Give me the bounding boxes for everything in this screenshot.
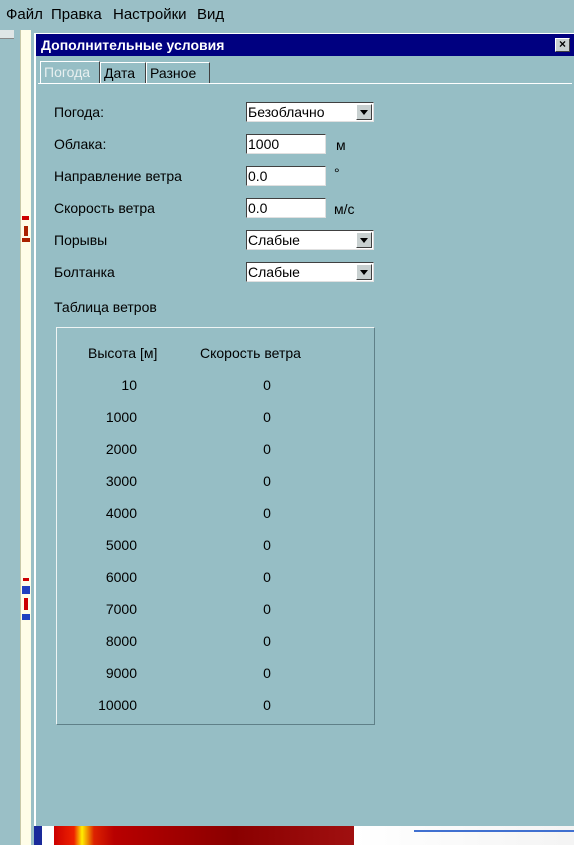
tab-date[interactable]: Дата xyxy=(100,62,146,83)
wind-table: Высота [м] Скорость ветра 10 0 1000 0 2000 0 3… xyxy=(56,327,375,725)
speed-cell: 0 xyxy=(263,633,271,649)
close-button[interactable]: × xyxy=(555,38,570,52)
turbulence-label: Болтанка xyxy=(54,264,115,280)
wind-speed-input[interactable]: 0.0 xyxy=(246,198,326,218)
map-background xyxy=(0,30,34,845)
weather-label: Погода: xyxy=(54,104,104,120)
speed-cell: 0 xyxy=(263,697,271,713)
menu-file[interactable]: Файл xyxy=(6,6,43,23)
speed-cell: 0 xyxy=(263,601,271,617)
altitude-cell: 6000 xyxy=(105,569,137,585)
altitude-cell: 8000 xyxy=(105,633,137,649)
additional-conditions-dialog: Дополнительные условия × Погода Дата Раз… xyxy=(34,33,574,826)
table-row: 10 0 xyxy=(57,377,376,397)
gusts-label: Порывы xyxy=(54,232,108,248)
menu-view[interactable]: Вид xyxy=(197,6,224,23)
map-markers xyxy=(22,216,30,620)
menu-edit[interactable]: Правка xyxy=(51,6,102,23)
menu-settings[interactable]: Настройки xyxy=(113,6,187,23)
altitude-cell: 10000 xyxy=(98,697,137,713)
clouds-unit: м xyxy=(336,137,346,153)
table-row: 2000 0 xyxy=(57,441,376,461)
weather-select-value: Безоблачно xyxy=(248,104,325,120)
gusts-select[interactable]: Слабые xyxy=(246,230,374,250)
wind-speed-label: Скорость ветра xyxy=(54,200,155,216)
map-river xyxy=(414,830,574,832)
chevron-down-icon[interactable] xyxy=(356,104,372,120)
altitude-cell: 4000 xyxy=(105,505,137,521)
altitude-cell: 9000 xyxy=(105,665,137,681)
turbulence-select[interactable]: Слабые xyxy=(246,262,374,282)
table-row: 6000 0 xyxy=(57,569,376,589)
chevron-down-icon[interactable] xyxy=(356,232,372,248)
speed-cell: 0 xyxy=(263,537,271,553)
wind-direction-label: Направление ветра xyxy=(54,168,182,184)
speed-cell: 0 xyxy=(263,377,271,393)
speed-header: Скорость ветра xyxy=(200,345,301,361)
table-row: 3000 0 xyxy=(57,473,376,493)
speed-cell: 0 xyxy=(263,569,271,585)
altitude-cell: 3000 xyxy=(105,473,137,489)
speed-cell: 0 xyxy=(263,665,271,681)
table-row: 7000 0 xyxy=(57,601,376,621)
speed-cell: 0 xyxy=(263,505,271,521)
table-row: 4000 0 xyxy=(57,505,376,525)
altitude-cell: 1000 xyxy=(105,409,137,425)
chevron-down-icon[interactable] xyxy=(356,264,372,280)
wind-speed-unit: м/с xyxy=(334,201,355,217)
speed-cell: 0 xyxy=(263,473,271,489)
table-row: 9000 0 xyxy=(57,665,376,685)
map-bottom-strip xyxy=(34,826,574,845)
altitude-cell: 2000 xyxy=(105,441,137,457)
altitude-cell: 7000 xyxy=(105,601,137,617)
speed-cell: 0 xyxy=(263,409,271,425)
turbulence-select-value: Слабые xyxy=(248,264,300,280)
table-row: 5000 0 xyxy=(57,537,376,557)
altitude-cell: 5000 xyxy=(105,537,137,553)
table-row: 10000 0 xyxy=(57,697,376,717)
tab-weather[interactable]: Погода xyxy=(40,61,100,84)
dialog-title: Дополнительные условия xyxy=(41,37,225,53)
wind-direction-input[interactable]: 0.0 xyxy=(246,166,326,186)
dialog-titlebar[interactable]: Дополнительные условия × xyxy=(36,34,574,56)
table-row: 8000 0 xyxy=(57,633,376,653)
tab-panel-border xyxy=(38,83,572,84)
wind-table-title: Таблица ветров xyxy=(54,299,157,315)
clouds-label: Облака: xyxy=(54,136,107,152)
clouds-input[interactable]: 1000 xyxy=(246,134,326,154)
wind-direction-unit: ° xyxy=(334,165,340,181)
gusts-select-value: Слабые xyxy=(248,232,300,248)
speed-cell: 0 xyxy=(263,441,271,457)
altitude-cell: 10 xyxy=(121,377,137,393)
tab-misc[interactable]: Разное xyxy=(146,62,210,83)
menu-bar: Файл Правка Настройки Вид xyxy=(0,0,574,30)
altitude-header: Высота [м] xyxy=(88,345,158,361)
weather-select[interactable]: Безоблачно xyxy=(246,102,374,122)
table-row: 1000 0 xyxy=(57,409,376,429)
